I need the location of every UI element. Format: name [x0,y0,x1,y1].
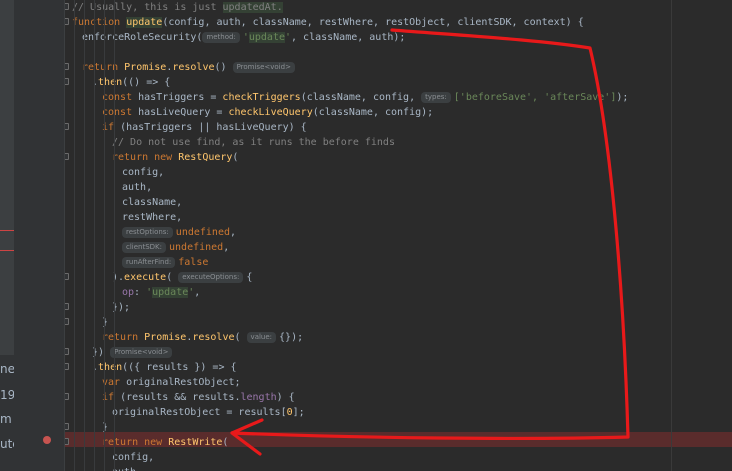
annotation-path [230,28,630,456]
red-arrow-annotation [230,28,630,456]
